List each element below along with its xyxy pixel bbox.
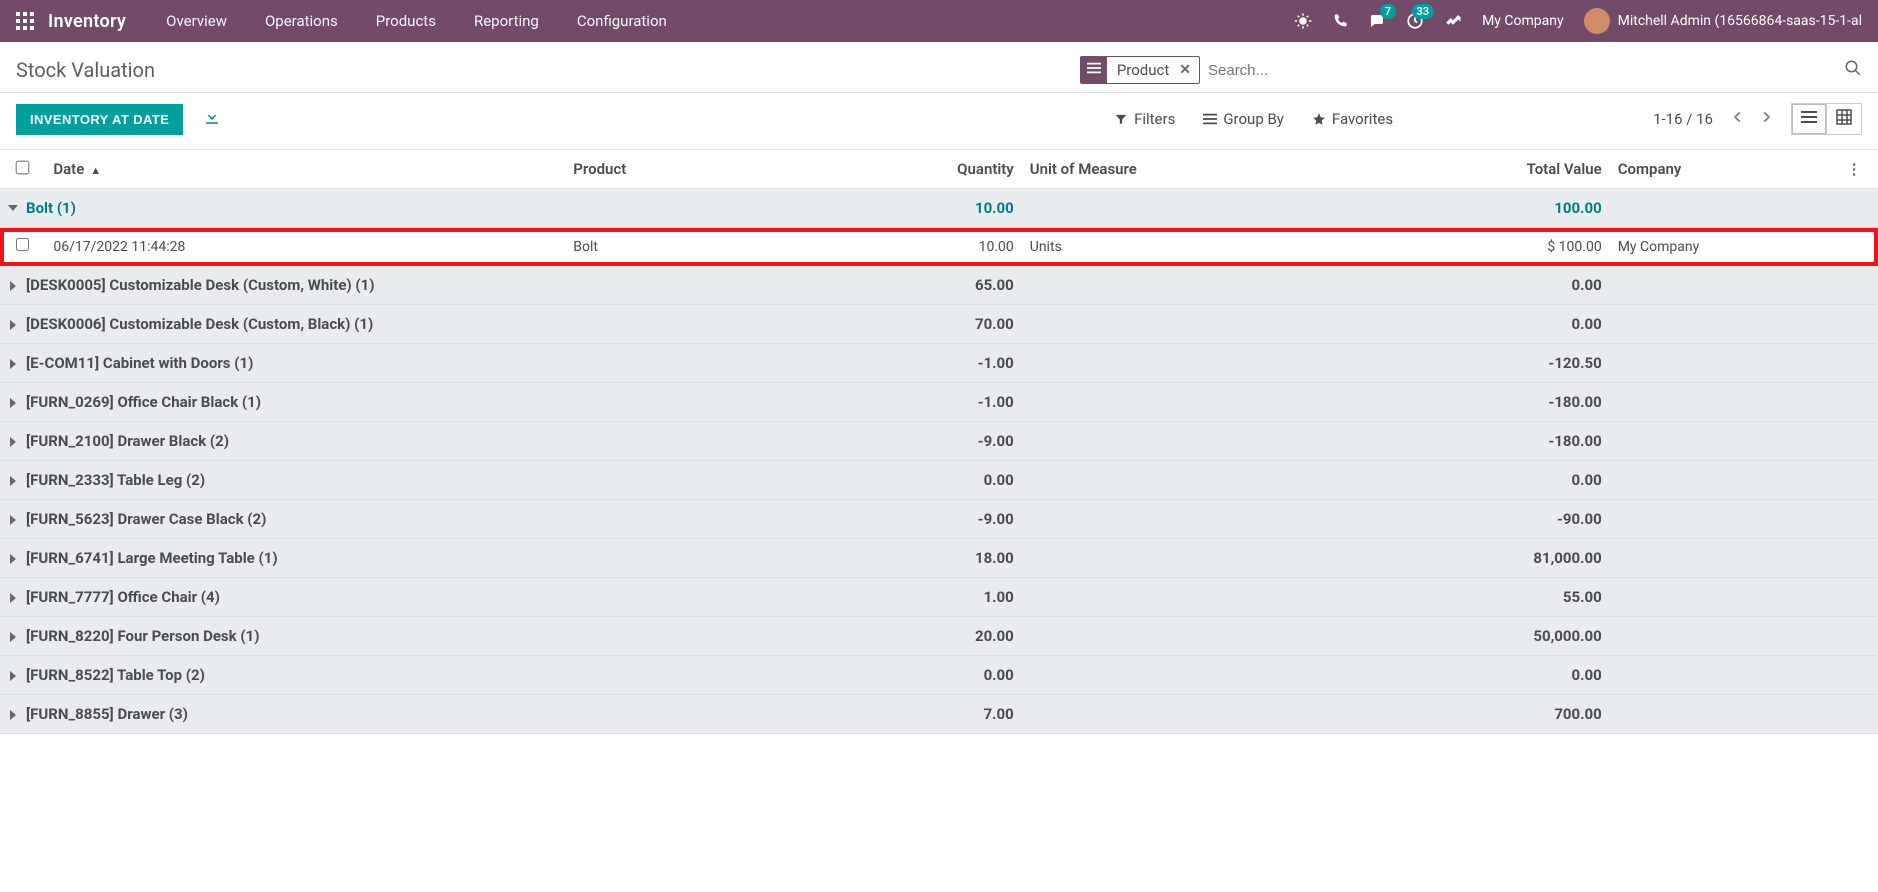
col-company[interactable]: Company: [1610, 150, 1839, 189]
col-product[interactable]: Product: [565, 150, 890, 189]
app-brand[interactable]: Inventory: [48, 11, 126, 32]
col-quantity[interactable]: Quantity: [890, 150, 1022, 189]
pager-next-icon[interactable]: [1759, 110, 1773, 128]
company-switcher[interactable]: My Company: [1482, 13, 1564, 29]
group-row[interactable]: [DESK0006] Customizable Desk (Custom, Bl…: [0, 305, 1878, 344]
group-row[interactable]: [FURN_8855] Drawer (3)7.00700.00: [0, 695, 1878, 734]
favorites-button[interactable]: Favorites: [1312, 110, 1393, 128]
user-menu[interactable]: Mitchell Admin (16566864-saas-15-1-al: [1584, 8, 1862, 34]
group-row[interactable]: [FURN_7777] Office Chair (4)1.0055.00: [0, 578, 1878, 617]
nav-reporting[interactable]: Reporting: [474, 12, 539, 30]
groupby-label: Group By: [1223, 110, 1284, 128]
filters-label: Filters: [1134, 110, 1175, 128]
col-uom[interactable]: Unit of Measure: [1022, 150, 1405, 189]
search-facet-product[interactable]: Product ✕: [1080, 56, 1200, 84]
phone-icon[interactable]: [1332, 13, 1348, 29]
debug-icon[interactable]: [1294, 12, 1312, 30]
favorites-label: Favorites: [1332, 110, 1393, 128]
user-name: Mitchell Admin (16566864-saas-15-1-al: [1618, 13, 1862, 29]
activities-badge: 33: [1412, 4, 1435, 19]
groupby-button[interactable]: Group By: [1203, 110, 1284, 128]
pager-value[interactable]: 1-16 / 16: [1653, 110, 1713, 128]
row-checkbox[interactable]: [16, 238, 29, 251]
group-row[interactable]: [FURN_8220] Four Person Desk (1)20.0050,…: [0, 617, 1878, 656]
pager-prev-icon[interactable]: [1731, 110, 1745, 128]
main-nav: Inventory Overview Operations Products R…: [0, 0, 1878, 42]
group-row[interactable]: [FURN_2333] Table Leg (2)0.000.00: [0, 461, 1878, 500]
inventory-at-date-button[interactable]: INVENTORY AT DATE: [16, 104, 183, 135]
messaging-icon[interactable]: 7: [1368, 12, 1386, 30]
page-title: Stock Valuation: [16, 58, 155, 82]
group-row[interactable]: [FURN_6741] Large Meeting Table (1)18.00…: [0, 539, 1878, 578]
col-total-value[interactable]: Total Value: [1405, 150, 1610, 189]
messaging-badge: 7: [1380, 4, 1396, 19]
group-row[interactable]: [E-COM11] Cabinet with Doors (1)-1.00-12…: [0, 344, 1878, 383]
group-row[interactable]: [FURN_0269] Office Chair Black (1)-1.00-…: [0, 383, 1878, 422]
optional-columns-icon[interactable]: ⋮: [1847, 160, 1862, 178]
valuation-table: Date▲ Product Quantity Unit of Measure T…: [0, 150, 1878, 734]
group-row[interactable]: [FURN_5623] Drawer Case Black (2)-9.00-9…: [0, 500, 1878, 539]
col-date[interactable]: Date▲: [45, 150, 565, 189]
nav-products[interactable]: Products: [376, 12, 436, 30]
apps-icon[interactable]: [16, 12, 34, 30]
search-input[interactable]: [1200, 58, 1840, 83]
group-row[interactable]: [FURN_8522] Table Top (2)0.000.00: [0, 656, 1878, 695]
sort-asc-icon: ▲: [90, 164, 101, 177]
group-row[interactable]: [DESK0005] Customizable Desk (Custom, Wh…: [0, 266, 1878, 305]
pivot-view-icon[interactable]: [1827, 103, 1862, 135]
download-icon[interactable]: [203, 108, 221, 130]
control-panel-bottom: INVENTORY AT DATE Filters Group By Favor…: [0, 93, 1878, 150]
group-row[interactable]: [FURN_2100] Drawer Black (2)-9.00-180.00: [0, 422, 1878, 461]
facet-label: Product: [1107, 57, 1179, 83]
select-all-checkbox[interactable]: [16, 161, 30, 175]
control-panel-top: Stock Valuation Product ✕: [0, 42, 1878, 93]
groupby-facet-icon: [1081, 57, 1107, 83]
tools-icon[interactable]: [1444, 12, 1462, 30]
search-icon[interactable]: [1844, 59, 1862, 82]
activities-icon[interactable]: 33: [1406, 12, 1424, 30]
avatar: [1584, 8, 1610, 34]
nav-configuration[interactable]: Configuration: [577, 12, 667, 30]
list-view-icon[interactable]: [1791, 103, 1827, 135]
nav-overview[interactable]: Overview: [166, 12, 227, 30]
facet-remove-icon[interactable]: ✕: [1179, 62, 1199, 78]
filters-button[interactable]: Filters: [1114, 110, 1175, 128]
data-row[interactable]: 06/17/2022 11:44:28Bolt10.00Units$ 100.0…: [0, 228, 1878, 266]
group-row[interactable]: Bolt (1)10.00100.00: [0, 189, 1878, 228]
table-header-row: Date▲ Product Quantity Unit of Measure T…: [0, 150, 1878, 189]
nav-operations[interactable]: Operations: [265, 12, 338, 30]
